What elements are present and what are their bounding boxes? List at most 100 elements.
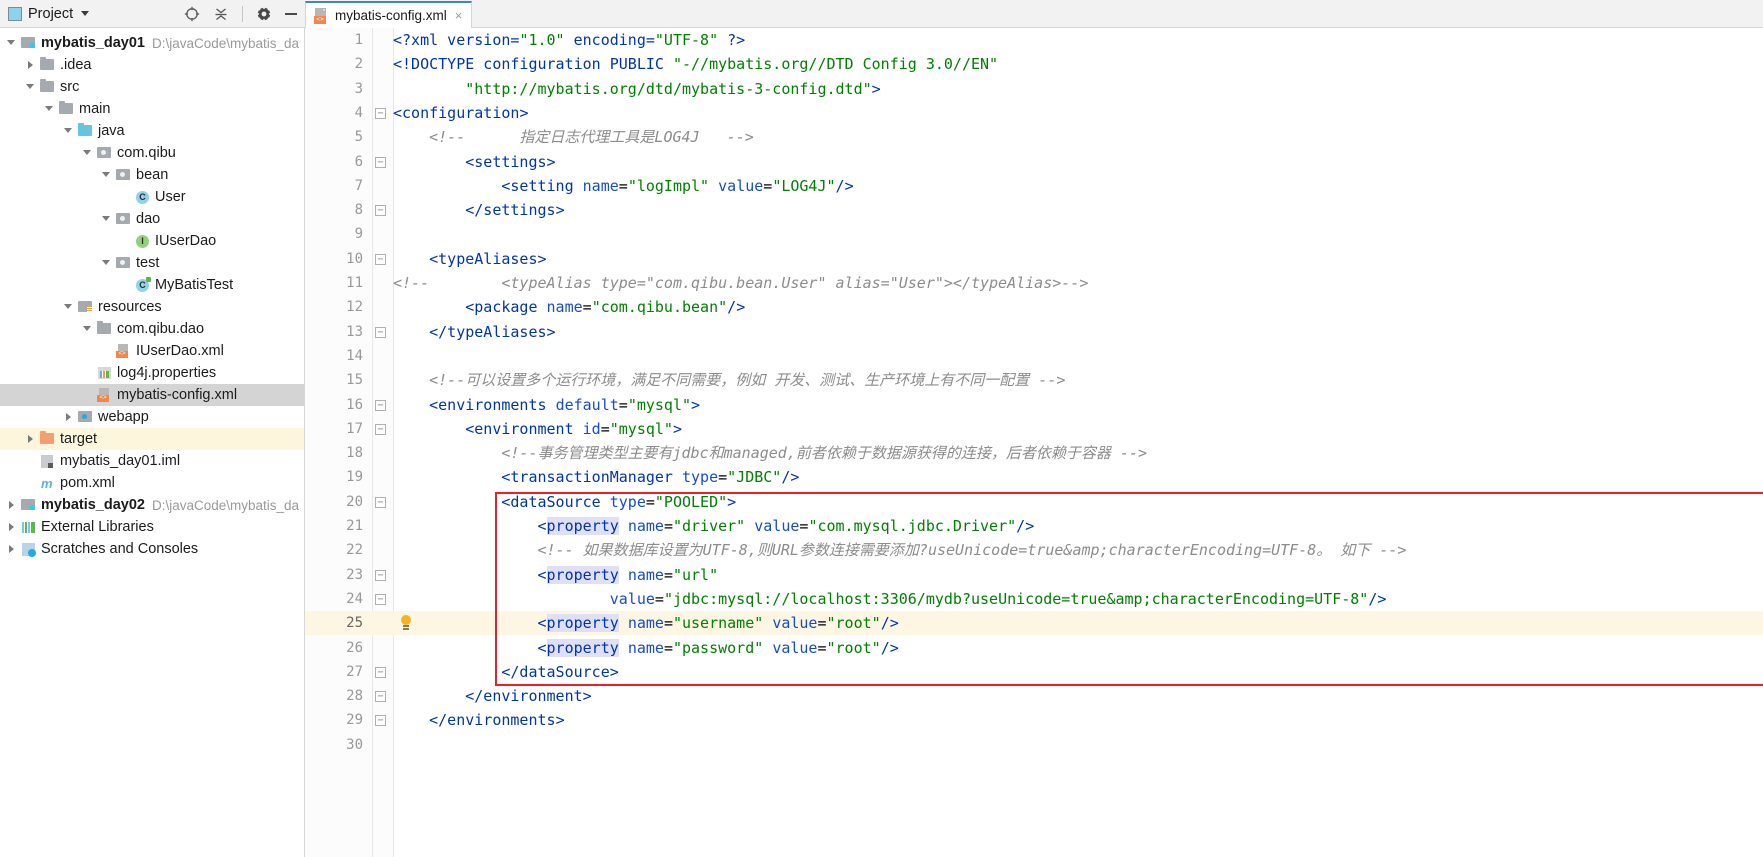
- tree-item-idea[interactable]: .idea: [0, 54, 304, 76]
- chevron-right-icon[interactable]: [6, 521, 18, 533]
- chevron-down-icon[interactable]: [63, 125, 75, 137]
- code-line[interactable]: 26 <property name="password" value="root…: [305, 636, 1763, 660]
- chevron-right-icon[interactable]: [6, 543, 18, 555]
- chevron-right-icon[interactable]: [63, 411, 75, 423]
- code-line[interactable]: 21 <property name="driver" value="com.my…: [305, 514, 1763, 538]
- tree-item-external-libraries[interactable]: External Libraries: [0, 516, 304, 538]
- tree-item-iuserdao[interactable]: I IUserDao: [0, 230, 304, 252]
- code-line[interactable]: 16− <environments default="mysql">: [305, 393, 1763, 417]
- line-number: 28: [346, 688, 363, 705]
- tree-item-mybatis-config-xml[interactable]: <> mybatis-config.xml: [0, 384, 304, 406]
- tree-item-mybatis-day02[interactable]: mybatis_day02 D:\javaCode\mybatis_da: [0, 494, 304, 516]
- code-line[interactable]: 6− <settings>: [305, 150, 1763, 174]
- code-line[interactable]: 2 <!DOCTYPE configuration PUBLIC "-//myba…: [305, 52, 1763, 76]
- tree-item-pom-xml[interactable]: m pom.xml: [0, 472, 304, 494]
- fold-collapsed-icon[interactable]: −: [375, 715, 386, 727]
- tree-item-user[interactable]: C User: [0, 186, 304, 208]
- editor-tab-mybatis-config[interactable]: <> mybatis-config.xml ×: [305, 1, 473, 28]
- code-line[interactable]: 25 <property name="username" value="root…: [305, 611, 1763, 636]
- fold-expanded-icon[interactable]: −: [375, 156, 386, 168]
- code-editor[interactable]: 1 <?xml version="1.0" encoding="UTF-8" ?>…: [305, 28, 1763, 857]
- chevron-down-icon[interactable]: [81, 11, 90, 16]
- chevron-down-icon[interactable]: [82, 147, 94, 159]
- tree-item-src[interactable]: src: [0, 76, 304, 98]
- close-icon[interactable]: ×: [455, 8, 463, 23]
- fold-expanded-icon[interactable]: −: [375, 107, 386, 119]
- chevron-down-icon[interactable]: [44, 103, 56, 115]
- chevron-right-icon[interactable]: [25, 59, 37, 71]
- chevron-down-icon[interactable]: [25, 81, 37, 93]
- code-line[interactable]: 14: [305, 344, 1763, 368]
- locate-icon[interactable]: [184, 6, 200, 22]
- tree-item-iuserdao-xml[interactable]: <> IUserDao.xml: [0, 340, 304, 362]
- code-line[interactable]: 29− </environments>: [305, 708, 1763, 732]
- chevron-right-icon[interactable]: [25, 433, 37, 445]
- line-number: 10: [346, 250, 363, 267]
- code-line[interactable]: 17− <environment id="mysql">: [305, 417, 1763, 441]
- code-text: <package name="com.qibu.bean"/>: [465, 298, 746, 317]
- tree-item-scratches-and-consoles[interactable]: Scratches and Consoles: [0, 538, 304, 560]
- code-line[interactable]: 18 <!--事务管理类型主要有jdbc和managed,前者依赖于数据源获得的…: [305, 441, 1763, 465]
- tree-item-mybatistest[interactable]: C MyBatisTest: [0, 274, 304, 296]
- code-line[interactable]: 11 <!-- <typeAlias type="com.qibu.bean.Us…: [305, 271, 1763, 295]
- code-line[interactable]: 19 <transactionManager type="JDBC"/>: [305, 465, 1763, 489]
- tree-item-mybatis-day01-iml[interactable]: mybatis_day01.iml: [0, 450, 304, 472]
- code-line[interactable]: 28− </environment>: [305, 684, 1763, 708]
- fold-expanded-icon[interactable]: −: [375, 399, 386, 411]
- tree-item-com-qibu-dao[interactable]: com.qibu.dao: [0, 318, 304, 340]
- code-line[interactable]: 5 <!-- 指定日志代理工具是LOG4J -->: [305, 125, 1763, 149]
- fold-collapsed-icon[interactable]: −: [375, 666, 386, 678]
- chevron-down-icon[interactable]: [63, 301, 75, 313]
- tree-item-target[interactable]: target: [0, 428, 304, 450]
- collapse-all-icon[interactable]: [213, 6, 229, 22]
- tree-item-java[interactable]: java: [0, 120, 304, 142]
- code-line[interactable]: 30: [305, 733, 1763, 757]
- code-line[interactable]: 4− <configuration>: [305, 101, 1763, 125]
- gear-icon[interactable]: [256, 5, 272, 22]
- fold-collapsed-icon[interactable]: −: [375, 326, 386, 338]
- chevron-right-icon[interactable]: [6, 499, 18, 511]
- fold-collapsed-icon[interactable]: −: [375, 691, 386, 703]
- code-line[interactable]: 20− <dataSource type="POOLED">: [305, 490, 1763, 514]
- chevron-down-icon[interactable]: [101, 213, 113, 225]
- tree-item-log4j-properties[interactable]: log4j.properties: [0, 362, 304, 384]
- chevron-down-icon[interactable]: [6, 37, 18, 49]
- project-panel-header[interactable]: Project: [0, 0, 305, 28]
- tree-item-mybatis-day01[interactable]: mybatis_day01 D:\javaCode\mybatis_da: [0, 32, 304, 54]
- code-line[interactable]: 22 <!-- 如果数据库设置为UTF-8,则URL参数连接需要添加?useUn…: [305, 538, 1763, 562]
- tree-item-label: dao: [136, 211, 161, 227]
- code-line[interactable]: 1 <?xml version="1.0" encoding="UTF-8" ?>: [305, 28, 1763, 52]
- tree-item-resources[interactable]: resources: [0, 296, 304, 318]
- minimize-icon[interactable]: [285, 12, 297, 15]
- tree-item-dao[interactable]: dao: [0, 208, 304, 230]
- code-line[interactable]: 3 "http://mybatis.org/dtd/mybatis-3-conf…: [305, 77, 1763, 101]
- chevron-down-icon[interactable]: [82, 323, 94, 335]
- code-text: <transactionManager type="JDBC"/>: [501, 468, 800, 487]
- fold-expanded-icon[interactable]: −: [375, 569, 386, 581]
- fold-collapsed-icon[interactable]: −: [375, 593, 386, 605]
- code-line[interactable]: 13− </typeAliases>: [305, 320, 1763, 344]
- fold-expanded-icon[interactable]: −: [375, 496, 386, 508]
- tree-item-test[interactable]: test: [0, 252, 304, 274]
- code-line[interactable]: 8− </settings>: [305, 198, 1763, 222]
- code-line[interactable]: 15 <!--可以设置多个运行环境，满足不同需要，例如 开发、测试、生产环境上有…: [305, 368, 1763, 392]
- code-line[interactable]: 23− <property name="url": [305, 563, 1763, 587]
- project-tree[interactable]: mybatis_day01 D:\javaCode\mybatis_da .idea…: [0, 28, 305, 857]
- code-line[interactable]: 9: [305, 222, 1763, 246]
- line-number: 4: [354, 104, 363, 121]
- tree-item-com-qibu[interactable]: com.qibu: [0, 142, 304, 164]
- code-line[interactable]: 10− <typeAliases>: [305, 247, 1763, 271]
- tree-item-webapp[interactable]: webapp: [0, 406, 304, 428]
- tree-item-main[interactable]: main: [0, 98, 304, 120]
- tree-item-bean[interactable]: bean: [0, 164, 304, 186]
- fold-collapsed-icon[interactable]: −: [375, 205, 386, 217]
- code-lines[interactable]: 1 <?xml version="1.0" encoding="UTF-8" ?>…: [305, 28, 1763, 857]
- code-line[interactable]: 27− </dataSource>: [305, 660, 1763, 684]
- chevron-down-icon[interactable]: [101, 257, 113, 269]
- fold-expanded-icon[interactable]: −: [375, 423, 386, 435]
- code-line[interactable]: 7 <setting name="logImpl" value="LOG4J"/…: [305, 174, 1763, 198]
- code-line[interactable]: 12 <package name="com.qibu.bean"/>: [305, 295, 1763, 319]
- fold-expanded-icon[interactable]: −: [375, 253, 386, 265]
- chevron-down-icon[interactable]: [101, 169, 113, 181]
- code-line[interactable]: 24− value="jdbc:mysql://localhost:3306/m…: [305, 587, 1763, 611]
